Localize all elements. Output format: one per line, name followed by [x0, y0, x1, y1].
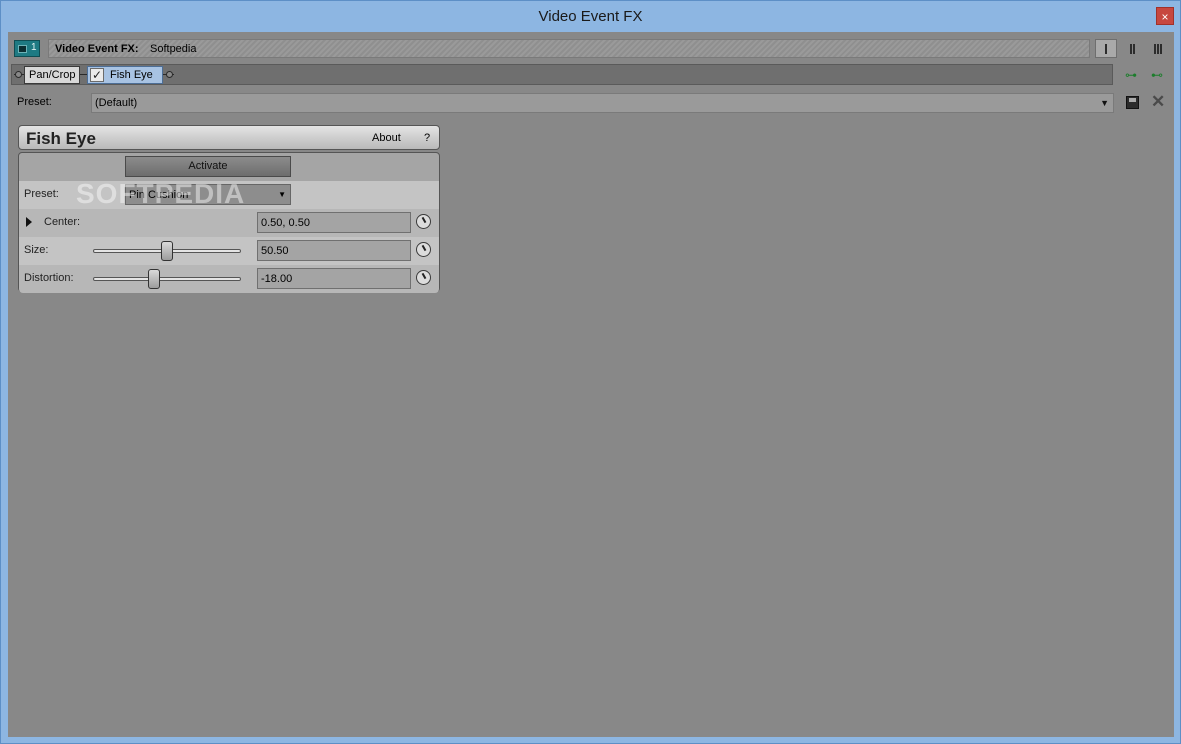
chain-start-node-icon	[15, 71, 22, 78]
chain-number: 1	[31, 42, 37, 53]
three-column-icon	[1154, 43, 1162, 54]
window-title: Video Event FX	[538, 8, 643, 25]
remove-plugin-icon[interactable]: ⊷	[1147, 68, 1167, 82]
center-row: Center: 0.50, 0.50	[19, 209, 439, 237]
plugin-chain: Pan/Crop ✓ Fish Eye	[11, 64, 1113, 85]
activate-button[interactable]: Activate	[125, 156, 291, 177]
center-value-field[interactable]: 0.50, 0.50	[257, 212, 411, 233]
distortion-value-field[interactable]: -18.00	[257, 268, 411, 289]
fx-name-bar: Video Event FX: Softpedia	[48, 39, 1090, 58]
single-column-icon	[1105, 43, 1107, 54]
expand-triangle-icon[interactable]	[26, 217, 32, 227]
preset-row: Preset: Pin Cushion ▼	[19, 181, 439, 209]
size-value-field[interactable]: 50.50	[257, 240, 411, 261]
plugin-chain-label: Fish Eye	[110, 69, 153, 81]
preset-dropdown[interactable]: (Default) ▼	[91, 93, 1114, 113]
plugin-chain-item-fish-eye[interactable]: ✓ Fish Eye	[87, 66, 163, 84]
size-row: Size: 50.50	[19, 237, 439, 265]
plugin-parameters: Activate Preset: Pin Cushion ▼ Center: 0…	[18, 152, 440, 293]
fx-value: Softpedia	[150, 43, 197, 55]
size-value: 50.50	[261, 245, 289, 257]
center-value: 0.50, 0.50	[261, 217, 310, 229]
about-button[interactable]: About	[372, 132, 401, 144]
distortion-label: Distortion:	[24, 272, 74, 284]
view-two-column-button[interactable]	[1121, 39, 1143, 58]
animate-clock-icon[interactable]	[416, 214, 431, 229]
distortion-slider-thumb[interactable]	[147, 269, 160, 289]
client-area: 1 Video Event FX: Softpedia Pan/Crop ✓ F…	[8, 32, 1174, 737]
distortion-value: -18.00	[261, 273, 293, 285]
plugin-title: Fish Eye	[26, 129, 96, 148]
preset-value: (Default)	[95, 97, 138, 109]
chevron-down-icon: ▼	[278, 190, 286, 199]
plugin-chain-icon[interactable]: ⊶	[1121, 68, 1141, 82]
size-label: Size:	[24, 244, 49, 256]
bypass-checkbox-icon[interactable]: ✓	[90, 68, 104, 82]
distortion-row: Distortion: -18.00	[19, 265, 439, 293]
title-bar[interactable]: Video Event FX ×	[1, 1, 1180, 32]
two-column-icon	[1129, 43, 1135, 54]
animate-clock-icon[interactable]	[416, 270, 431, 285]
plugin-preset-label: Preset:	[24, 188, 59, 200]
plugin-chain-item-pan-crop[interactable]: Pan/Crop	[24, 66, 81, 84]
view-three-column-button[interactable]	[1147, 39, 1169, 58]
chain-end-node-icon	[166, 71, 173, 78]
plugin-header: Fish Eye About ?	[18, 125, 440, 150]
animate-clock-icon[interactable]	[416, 242, 431, 257]
plugin-preset-value: Pin Cushion	[129, 189, 189, 201]
preset-label: Preset:	[17, 96, 52, 108]
plugin-preset-dropdown[interactable]: Pin Cushion ▼	[125, 184, 291, 205]
view-single-column-button[interactable]	[1095, 39, 1117, 58]
distortion-slider-track[interactable]	[93, 277, 241, 281]
size-slider-thumb[interactable]	[161, 241, 173, 261]
help-button[interactable]: ?	[424, 132, 430, 144]
save-preset-icon[interactable]	[1126, 96, 1139, 109]
fx-window: Video Event FX × 1 Video Event FX: Softp…	[0, 0, 1181, 744]
chain-badge[interactable]: 1	[14, 40, 40, 57]
fx-header: 1 Video Event FX: Softpedia	[11, 38, 1115, 59]
film-icon	[18, 45, 27, 53]
center-label: Center:	[44, 216, 81, 228]
delete-preset-icon[interactable]: ✕	[1151, 92, 1165, 112]
fx-label: Video Event FX:	[55, 43, 139, 55]
close-button[interactable]: ×	[1156, 7, 1174, 25]
chevron-down-icon: ▼	[1100, 98, 1109, 108]
